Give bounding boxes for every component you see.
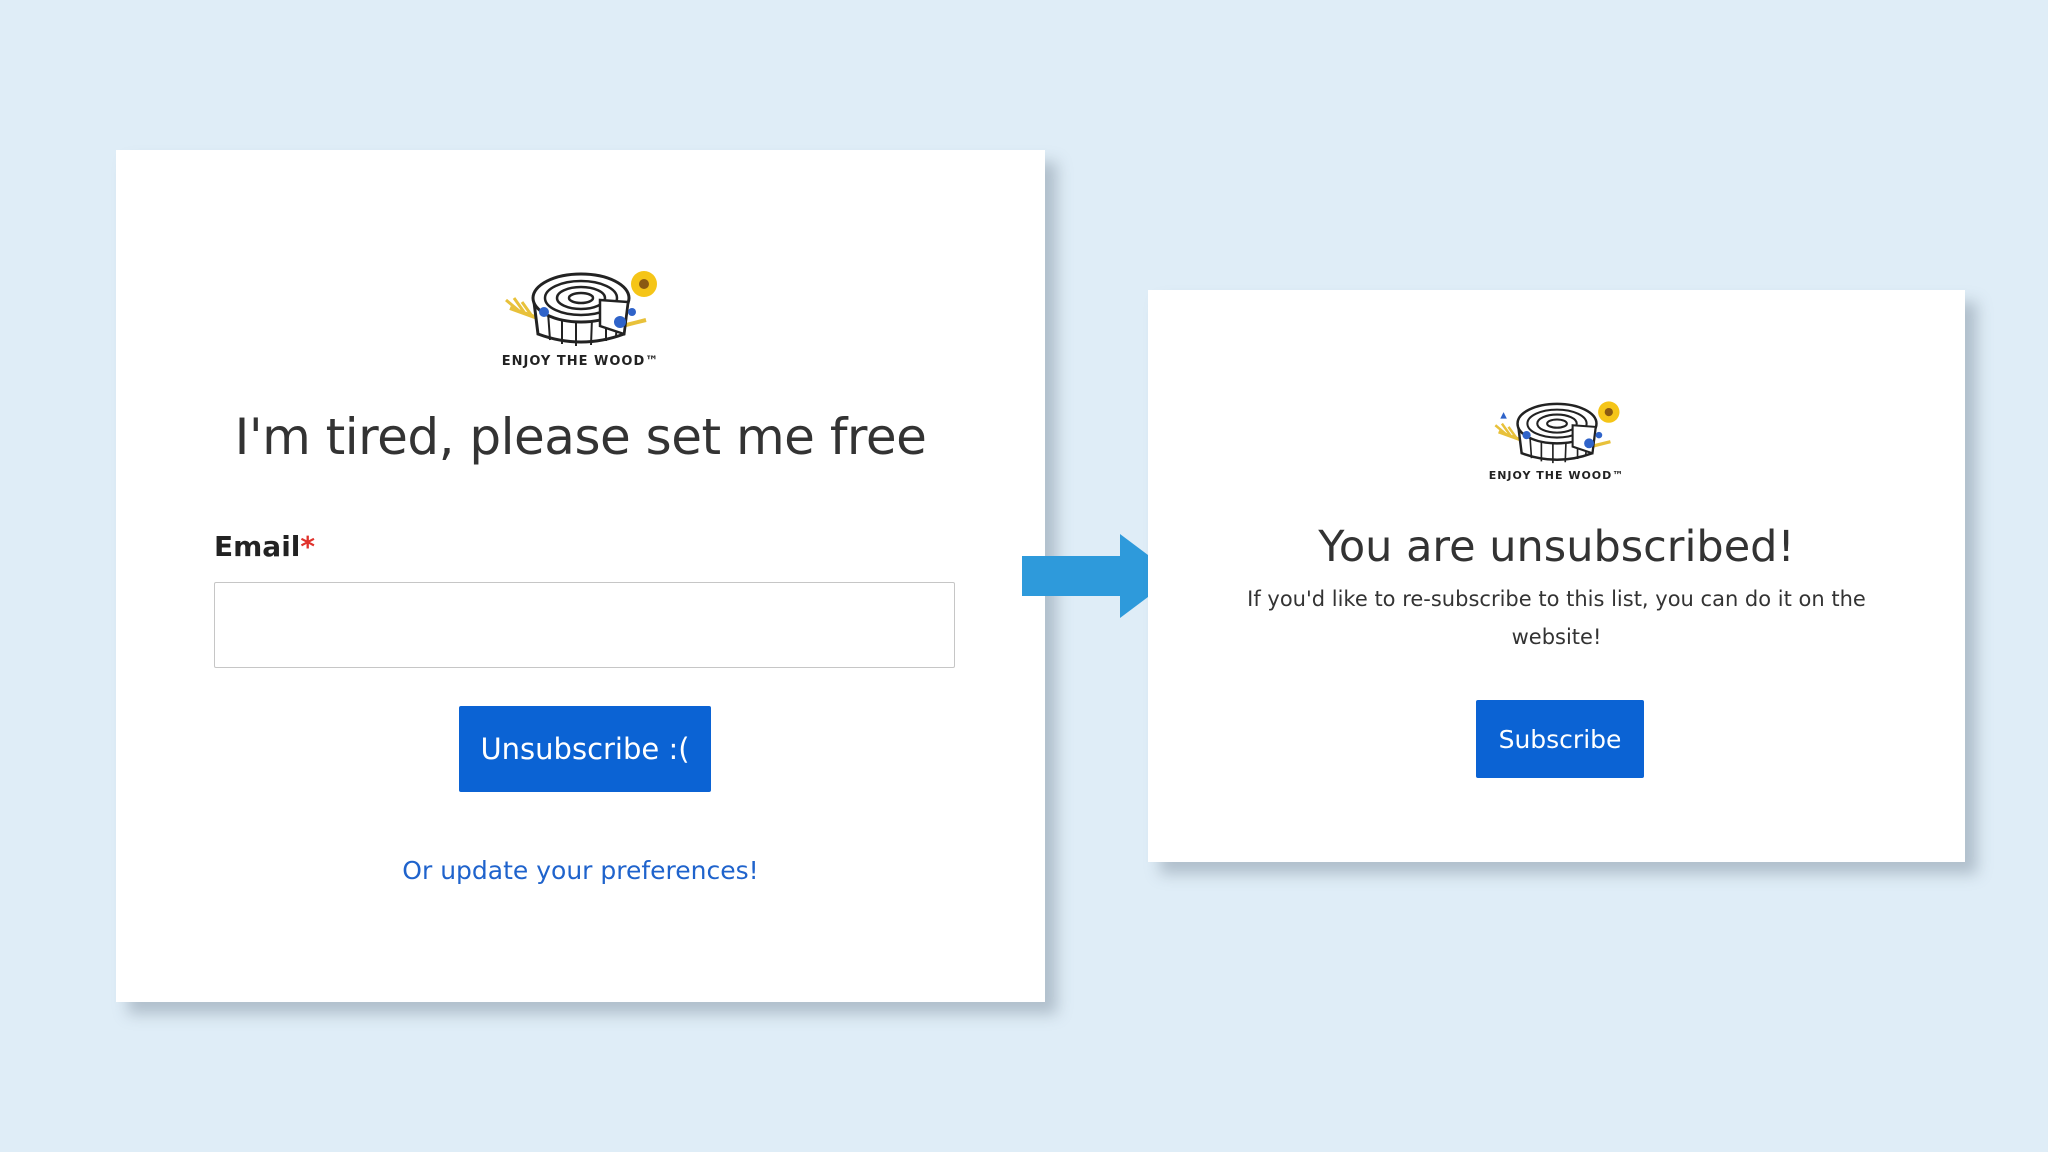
brand-logo: ENJOY THE WOOD™ xyxy=(1477,394,1637,482)
confirmation-title: You are unsubscribed! xyxy=(1318,522,1795,572)
logo-text: ENJOY THE WOOD™ xyxy=(501,354,660,369)
resubscribe-message: If you'd like to re-subscribe to this li… xyxy=(1247,587,1866,649)
email-label: Email* xyxy=(214,530,315,563)
unsubscribe-form-card: ENJOY THE WOOD™ I'm tired, please set me… xyxy=(116,150,1045,1002)
unsubscribed-confirmation-card: ENJOY THE WOOD™ You are unsubscribed! If… xyxy=(1148,290,1965,862)
update-preferences-link[interactable]: Or update your preferences! xyxy=(116,856,1045,885)
page-title: I'm tired, please set me free xyxy=(234,408,927,466)
logo-text: ENJOY THE WOOD™ xyxy=(1488,469,1625,482)
wood-stump-logo-icon xyxy=(504,271,657,346)
unsubscribe-button[interactable]: Unsubscribe :( xyxy=(459,706,711,792)
email-field[interactable] xyxy=(214,582,955,668)
wood-stump-logo-icon xyxy=(1494,401,1619,464)
email-label-text: Email xyxy=(214,530,301,563)
required-marker: * xyxy=(300,530,316,563)
brand-logo: ENJOY THE WOOD™ xyxy=(481,262,681,369)
subscribe-button[interactable]: Subscribe xyxy=(1476,700,1644,778)
